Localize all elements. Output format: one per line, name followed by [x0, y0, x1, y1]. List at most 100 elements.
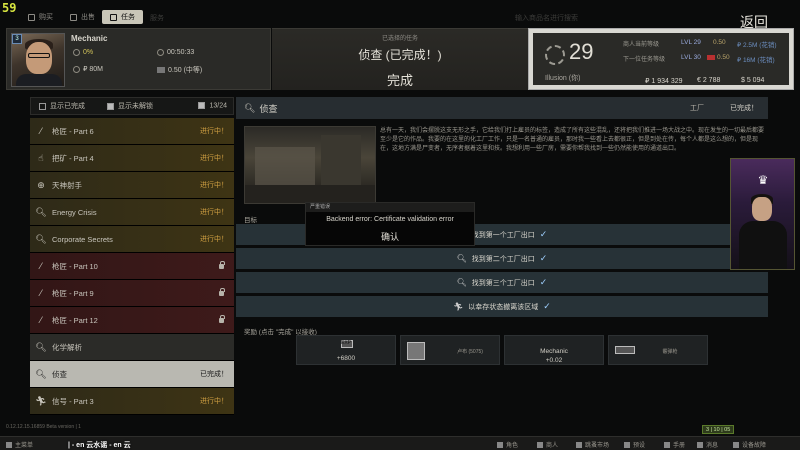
search-icon: 🔍︎ [35, 368, 47, 379]
show-locked-toggle[interactable]: 显示未解锁 [107, 101, 153, 111]
menu-icon [6, 441, 12, 448]
reward-reputation[interactable]: Mechanic +0.02 [504, 335, 604, 365]
character-icon [497, 441, 503, 448]
list-item[interactable]: ⁄ 枪匠 - Part 9 [30, 280, 234, 307]
rifle-icon: ⁄ [40, 315, 42, 325]
current-sales-req: ₽ 2.5M (花销) [737, 42, 777, 49]
next-rep-req: 0.50 [717, 54, 730, 61]
list-item[interactable]: ⁄ 枪匠 - Part 10 [30, 253, 234, 280]
search-icon: 🔍︎ [35, 341, 47, 352]
main-menu-button[interactable]: 主菜单 [6, 440, 33, 449]
check-icon: ✓ [543, 301, 551, 311]
presets-icon [624, 441, 630, 448]
quest-image [244, 126, 376, 204]
search-hint[interactable]: 输入商品名进行搜索 [515, 13, 578, 23]
checkbox-checked-icon [107, 102, 114, 110]
rifle-icon: ⁄ [40, 261, 42, 271]
selected-quest-header: 已选择的任务 侦查 (已完成！) 完成 [272, 28, 528, 90]
money-icon [73, 65, 80, 73]
lock-icon [219, 314, 225, 323]
current-rep-req: 0.50 [713, 39, 726, 46]
rewards-list: EXP +6800 卢布 (5075) Mechanic +0.02 霰弹枪 [296, 335, 708, 365]
complete-button[interactable]: 完成 [272, 70, 528, 89]
trader-spent: ₽ 80M [73, 65, 103, 73]
quest-filter-bar: 显示已完成 显示未解锁 13/24 [30, 97, 234, 115]
trader-standing: 0% [73, 49, 93, 56]
confirm-button[interactable]: 确认 [306, 230, 474, 243]
hand-icon: ☝ [38, 152, 44, 163]
check-icon: ✓ [539, 277, 548, 287]
tab-sell[interactable]: 出售 [62, 10, 103, 24]
player-card: 29 Illusion (你) 商人当前等级 下一位任务等级 LVL 29 0.… [528, 28, 794, 90]
show-completed-toggle[interactable]: 显示已完成 [39, 101, 85, 111]
lock-icon [219, 287, 225, 296]
list-item-selected[interactable]: 🔍︎ 侦查 已完成！ [30, 361, 234, 388]
objective-row: 🔍︎ 找到第二个工厂出口 ✓ [236, 248, 768, 269]
version-label: 0.12.12.15.16859 Beta version | 1 [6, 424, 81, 430]
row-next-label: 下一位任务等级 [623, 57, 666, 63]
objectives-label: 目标 [244, 217, 257, 224]
runner-icon: 🏃︎ [453, 302, 464, 311]
coin-icon [70, 13, 77, 21]
status-badge: 3 | 10 | 05 [702, 425, 735, 434]
next-rep-tag [707, 54, 715, 61]
tab-services[interactable]: 服务 [150, 13, 164, 23]
check-icon: ✓ [539, 253, 548, 263]
error-message: Backend error: Certificate validation er… [326, 216, 454, 223]
quest-count: 13/24 [198, 102, 227, 110]
dollars-balance: $ 5 094 [741, 77, 765, 84]
player-name: Illusion (你) [545, 75, 581, 82]
objective-row: 🏃︎ 以幸存状态撤离该区域 ✓ [236, 296, 768, 317]
standing-icon [73, 49, 80, 56]
quest-location: 工厂 [690, 105, 704, 112]
handbook-button[interactable]: 手册 [664, 440, 685, 449]
next-level-req: LVL 30 [681, 54, 701, 61]
selected-quest-sublabel: 已选择的任务 [381, 36, 418, 42]
next-sales-req: ₽ 16M (花销) [737, 57, 775, 64]
equipment-button[interactable]: 设备故障 [733, 440, 766, 449]
objective-row: 🔍︎ 找到第三个工厂出口 ✓ [236, 272, 768, 293]
flea-market-button[interactable]: 跳蚤市场 [576, 440, 609, 449]
rep-icon [549, 338, 561, 344]
reward-weapon[interactable]: 霰弹枪 [608, 335, 708, 365]
equipment-icon [733, 441, 739, 448]
rifle-icon: ⁄ [40, 288, 42, 298]
messages-button[interactable]: 消息 [697, 440, 718, 449]
check-icon [198, 102, 206, 110]
rubles-balance: ₽ 1 934 329 [645, 78, 683, 85]
search-icon: 🔍︎ [456, 254, 467, 263]
tab-buy[interactable]: 购买 [20, 10, 61, 24]
signal-icon [157, 67, 165, 73]
clock-icon [157, 49, 164, 56]
search-icon: 🔍︎ [35, 206, 47, 217]
list-item[interactable]: 🔍︎ 化学解析 [30, 334, 234, 361]
traders-icon [537, 441, 543, 448]
trader-name: Mechanic [71, 34, 108, 43]
flea-icon [576, 441, 582, 448]
traders-button[interactable]: 商人 [537, 440, 558, 449]
selected-quest-title: 侦查 (已完成！) [358, 48, 442, 62]
reward-item[interactable]: 卢布 (5075) [400, 335, 500, 365]
presets-button[interactable]: 预设 [624, 440, 645, 449]
stream-overlay-name: | - en 云水谣 - en 云 [68, 442, 131, 449]
row-current-label: 商人当前等级 [623, 42, 660, 48]
list-item[interactable]: ☝ 把矿 - Part 4 进行中！ [30, 145, 234, 172]
list-item[interactable]: 🔍︎ Corporate Secrets 进行中！ [30, 226, 234, 253]
list-item[interactable]: 🔍︎ Energy Crisis 进行中！ [30, 199, 234, 226]
checkbox-icon [39, 102, 46, 110]
list-item[interactable]: ⁄ 枪匠 - Part 12 [30, 307, 234, 334]
list-item[interactable]: ⊕ 天神射手 进行中！ [30, 172, 234, 199]
trader-card[interactable]: 3 Mechanic 0% 00:50:33 ₽ 80M 0.50 (中等) [6, 28, 271, 90]
quest-list: ⁄ 枪匠 - Part 6 进行中！ ☝ 把矿 - Part 4 进行中！ ⊕ 天神射手进… [30, 118, 234, 415]
quest-detail-title: 侦查 [259, 103, 278, 114]
quest-detail-status: 已完成！ [730, 105, 758, 112]
list-item[interactable]: 🏃︎ 信号 - Part 3 进行中！ [30, 388, 234, 415]
error-dialog: 严重错误 Backend error: Certificate validati… [305, 202, 475, 246]
quest-description: 总有一天，我们会摆脱这支无形之手，它给我们打上雇员的标签，造成了所有这些混乱，还… [380, 128, 765, 152]
trader-rep: 0.50 (中等) [157, 65, 202, 75]
list-item[interactable]: ⁄ 枪匠 - Part 6 进行中！ [30, 118, 234, 145]
reward-exp[interactable]: EXP +6800 [296, 335, 396, 365]
clipboard-icon [110, 13, 117, 21]
tab-tasks[interactable]: 任务 [102, 10, 143, 24]
character-button[interactable]: 角色 [497, 440, 518, 449]
